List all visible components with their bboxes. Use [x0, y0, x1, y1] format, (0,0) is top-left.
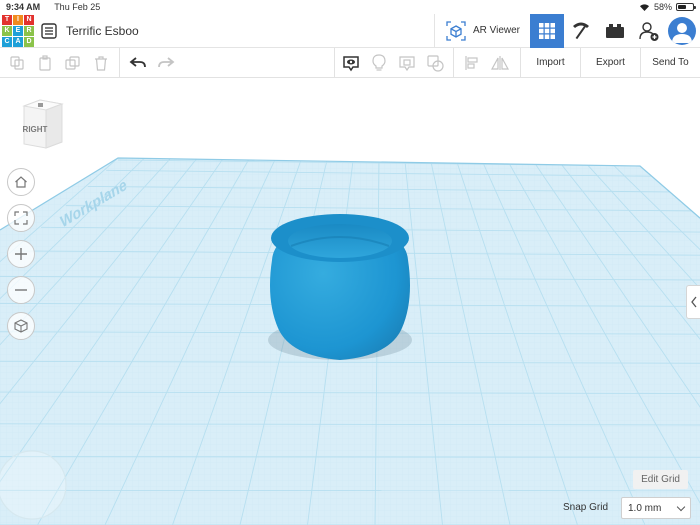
logo-letter: T — [2, 14, 12, 25]
fit-view-button[interactable] — [7, 204, 35, 232]
chevron-left-icon — [690, 296, 697, 308]
delete-button[interactable] — [87, 49, 115, 77]
paste-button[interactable] — [31, 49, 59, 77]
grid-view-icon — [539, 22, 555, 39]
solid-hole-button[interactable] — [393, 49, 421, 77]
brick-icon — [606, 23, 624, 38]
group-icon — [427, 54, 444, 72]
logo-letter: R — [24, 25, 34, 36]
logo-letter: E — [13, 25, 23, 36]
toolbar-divider — [119, 47, 120, 78]
shape-speech-icon — [399, 55, 415, 71]
ios-status-bar: 9:34 AM Thu Feb 25 58% — [0, 0, 700, 14]
duplicate-button[interactable] — [59, 49, 87, 77]
zoom-in-button[interactable] — [7, 240, 35, 268]
viewcube-top-mark — [38, 103, 43, 107]
status-date: Thu Feb 25 — [54, 2, 101, 12]
notes-button[interactable] — [365, 49, 393, 77]
logo-letter: K — [2, 25, 12, 36]
export-button[interactable]: Export — [580, 47, 640, 78]
user-icon — [672, 22, 692, 43]
shapes-panel-toggle[interactable] — [686, 285, 700, 319]
undo-button[interactable] — [124, 49, 152, 77]
view-cube[interactable]: RIGHT — [18, 98, 66, 150]
3d-workspace[interactable]: Workplane RIGHT — [0, 78, 700, 525]
tube-shape[interactable] — [270, 214, 410, 360]
snap-grid-label: Snap Grid — [563, 502, 609, 513]
grid-line — [0, 489, 700, 492]
logo-letter: A — [13, 36, 23, 47]
align-icon — [465, 55, 478, 70]
redo-button[interactable] — [152, 49, 180, 77]
redo-icon — [158, 56, 175, 67]
logo-letter: C — [2, 36, 12, 47]
orbit-control[interactable] — [0, 448, 75, 525]
mirror-icon — [491, 55, 509, 70]
battery-icon — [676, 3, 696, 11]
viewcube-face-label: RIGHT — [23, 125, 48, 134]
design-list-icon[interactable] — [41, 22, 57, 39]
zoom-out-button[interactable] — [7, 276, 35, 304]
blocks-view-button[interactable] — [564, 14, 598, 48]
3d-design-view-button[interactable] — [530, 13, 564, 48]
undo-icon — [129, 56, 146, 67]
design-title[interactable]: Terrific Esboo — [66, 24, 139, 38]
ar-viewer-label: AR Viewer — [472, 25, 520, 36]
align-button[interactable] — [458, 49, 486, 77]
add-user-button[interactable] — [632, 14, 666, 48]
logo-letter: D — [24, 36, 34, 47]
user-avatar[interactable] — [668, 16, 696, 45]
pickaxe-icon — [573, 22, 589, 39]
chevron-down-icon — [676, 502, 686, 511]
fit-view-icon — [14, 211, 28, 225]
cube-icon — [14, 319, 28, 333]
lightbulb-icon — [372, 53, 386, 71]
title-bar: TIN KER CAD Terrific Esboo AR Viewer — [0, 13, 700, 48]
ar-cube-icon — [446, 20, 466, 41]
send-to-button[interactable]: Send To — [640, 47, 700, 78]
edit-toolbar: Import Export Send To — [0, 47, 700, 78]
eye-speech-icon — [343, 55, 359, 71]
home-view-button[interactable] — [7, 168, 35, 196]
tinkercad-logo[interactable]: TIN KER CAD — [2, 14, 34, 47]
snap-grid-value: 1.0 mm — [628, 502, 662, 514]
import-button[interactable]: Import — [520, 47, 580, 78]
paste-icon — [39, 54, 51, 71]
ar-viewer-button[interactable]: AR Viewer — [433, 14, 530, 47]
workplane-scene[interactable]: Workplane — [0, 78, 700, 525]
snap-grid-select[interactable]: 1.0 mm — [621, 497, 691, 519]
minus-icon — [15, 289, 27, 291]
toolbar-divider — [453, 47, 454, 78]
duplicate-icon — [65, 55, 80, 70]
trash-icon — [95, 55, 107, 71]
copy-button[interactable] — [3, 49, 31, 77]
mirror-button[interactable] — [486, 49, 514, 77]
battery-percent: 58% — [653, 2, 672, 12]
toolbar-divider — [334, 47, 335, 78]
logo-letter: N — [24, 14, 34, 25]
group-button[interactable] — [421, 49, 449, 77]
perspective-toggle-button[interactable] — [7, 312, 35, 340]
copy-icon — [10, 55, 24, 70]
bricks-view-button[interactable] — [598, 14, 632, 48]
edit-grid-button[interactable]: Edit Grid — [633, 470, 688, 489]
wifi-icon — [639, 4, 649, 11]
logo-letter: I — [13, 14, 23, 25]
add-user-icon — [639, 21, 659, 41]
plus-icon — [15, 248, 27, 260]
status-time: 9:34 AM — [6, 2, 41, 12]
show-all-button[interactable] — [337, 49, 365, 77]
home-icon — [15, 176, 27, 188]
